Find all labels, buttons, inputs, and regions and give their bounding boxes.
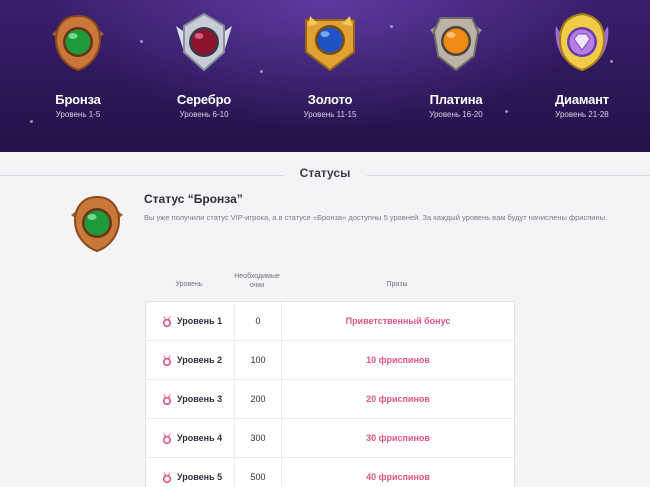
status-description: Вы уже получили статус VIP-игрока, а в с…	[144, 213, 608, 222]
table-row: Уровень 2 100 10 фриспинов	[146, 341, 514, 380]
rank-name: Серебро	[176, 92, 232, 107]
table-row: Уровень 4 300 30 фриспинов	[146, 419, 514, 458]
column-header-level: Уровень	[175, 281, 203, 288]
prize-cell: 40 фриспинов	[366, 472, 430, 482]
column-header-points: Необходимые очки	[233, 272, 281, 290]
rank-gold[interactable]: Золото Уровень 11-15	[270, 12, 390, 119]
rank-name: Бронза	[55, 92, 101, 107]
prize-cell: 20 фриспинов	[366, 394, 430, 404]
diamond-rank-badge-icon	[555, 12, 609, 72]
rank-levels: Уровень 16-20	[429, 110, 483, 119]
rank-name: Золото	[307, 92, 353, 107]
prize-cell: 30 фриспинов	[366, 433, 430, 443]
levels-table-header: Уровень Необходимые очки Призы	[145, 270, 515, 300]
level-label: Уровень 5	[177, 472, 223, 482]
rank-levels: Уровень 6-10	[179, 110, 229, 119]
points-cell: 200	[234, 380, 282, 418]
levels-table: Уровень 1 0 Приветственный бонус Уровень…	[145, 301, 515, 487]
rank-name: Платина	[429, 92, 483, 107]
column-header-points-line2: очки	[249, 282, 265, 289]
column-header-points-line1: Необходимые	[234, 273, 280, 280]
points-cell: 100	[234, 341, 282, 379]
silver-rank-badge-icon	[176, 12, 232, 72]
column-header-prizes: Призы	[386, 281, 408, 288]
level-label: Уровень 3	[177, 394, 223, 404]
level-cell: Уровень 1	[146, 302, 234, 340]
rank-levels: Уровень 1-5	[55, 110, 101, 119]
points-cell: 500	[234, 458, 282, 487]
table-row: Уровень 3 200 20 фриспинов	[146, 380, 514, 419]
medal-icon	[162, 432, 172, 444]
rank-platinum[interactable]: Платина Уровень 16-20	[396, 12, 516, 119]
medal-icon	[162, 393, 172, 405]
level-label: Уровень 1	[177, 316, 223, 326]
medal-icon	[162, 354, 172, 366]
gold-rank-badge-icon	[305, 16, 355, 72]
medal-icon	[162, 315, 172, 327]
bronze-status-badge-icon	[64, 193, 130, 260]
rank-levels: Уровень 21-28	[555, 110, 609, 119]
status-heading: Статус “Бронза”	[144, 192, 243, 206]
points-cell: 300	[234, 419, 282, 457]
level-cell: Уровень 3	[146, 380, 234, 418]
prize-cell: 10 фриспинов	[366, 355, 430, 365]
table-row: Уровень 1 0 Приветственный бонус	[146, 302, 514, 341]
medal-icon	[162, 471, 172, 483]
rank-name: Диамант	[555, 92, 609, 107]
section-title: Статусы	[283, 166, 367, 180]
rank-silver[interactable]: Серебро Уровень 6-10	[144, 12, 264, 119]
points-cell: 0	[234, 302, 282, 340]
bronze-rank-badge-icon	[52, 14, 104, 72]
table-row: Уровень 5 500 40 фриспинов	[146, 458, 514, 487]
section-header: Статусы	[0, 152, 650, 198]
vip-ranks-banner: Бронза Уровень 1-5 Серебро Уровень 6-10 …	[0, 0, 650, 152]
level-label: Уровень 2	[177, 355, 223, 365]
rank-levels: Уровень 11-15	[303, 110, 357, 119]
rank-diamond[interactable]: Диамант Уровень 21-28	[522, 12, 642, 119]
level-label: Уровень 4	[177, 433, 223, 443]
prize-cell: Приветственный бонус	[345, 316, 451, 326]
level-cell: Уровень 2	[146, 341, 234, 379]
platinum-rank-badge-icon	[430, 17, 482, 72]
rank-bronze[interactable]: Бронза Уровень 1-5	[18, 12, 138, 119]
level-cell: Уровень 4	[146, 419, 234, 457]
level-cell: Уровень 5	[146, 458, 234, 487]
